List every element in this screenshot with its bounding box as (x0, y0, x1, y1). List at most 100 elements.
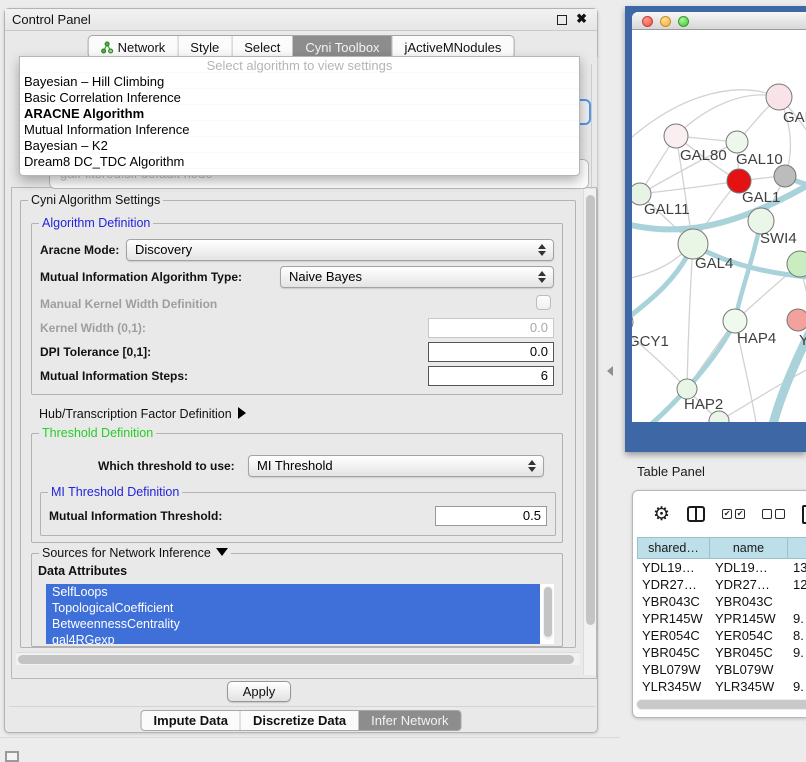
table-cell (788, 661, 806, 678)
node-hap2-label: HAP2 (684, 396, 723, 413)
table-cell: YLR345W (637, 678, 710, 695)
network-window-titlebar (632, 12, 806, 30)
horizontal-scrollbar-thumb[interactable] (18, 655, 574, 664)
algorithm-option[interactable]: Mutual Information Inference (20, 122, 579, 138)
expander-expanded-icon (216, 548, 228, 556)
attribute-list-item[interactable]: gal4RGexp (46, 632, 540, 644)
minimized-panel-icon[interactable] (5, 751, 19, 762)
table-row[interactable]: YBL079WYBL079W (637, 661, 806, 678)
network-edge[interactable] (676, 95, 779, 136)
splitpane-collapse-arrow[interactable] (607, 366, 613, 376)
node-gray[interactable] (774, 165, 796, 187)
mi-steps-field[interactable]: 6 (428, 366, 554, 386)
algorithm-option[interactable]: Bayesian – K2 (20, 138, 579, 154)
window-zoom-button[interactable] (678, 16, 689, 27)
aracne-mode-combobox[interactable]: Discovery (126, 239, 554, 261)
node-gal2[interactable] (766, 84, 792, 110)
tab-discretize-data[interactable]: Discretize Data (240, 711, 358, 730)
table-cell: YBL079W (637, 661, 710, 678)
cyni-algorithm-settings-title: Cyni Algorithm Settings (28, 193, 163, 207)
table-cell: YPR145W (637, 610, 710, 627)
attribute-list-item[interactable]: SelfLoops (46, 584, 540, 600)
table-row[interactable]: YER054CYER054C8. (637, 627, 806, 644)
network-canvas[interactable]: GALGAL80GAL10GAL1GAL11SWI4GAL4GCY1HAP4YH… (632, 30, 806, 422)
expander-collapsed-icon (238, 407, 246, 419)
tab-impute-data[interactable]: Impute Data (142, 711, 240, 730)
attribute-list-item[interactable]: BetweennessCentrality (46, 616, 540, 632)
network-edge[interactable] (687, 244, 693, 389)
table-row[interactable]: YLR345WYLR345W9. (637, 678, 806, 695)
kernel-width-field[interactable]: 0.0 (428, 318, 554, 338)
horizontal-scrollbar[interactable] (16, 652, 580, 665)
manual-kernel-checkbox[interactable] (536, 295, 551, 310)
gear-icon[interactable]: ⚙ (653, 505, 670, 524)
bottom-tabstrip: Impute Data Discretize Data Infer Networ… (141, 710, 462, 731)
sources-expander[interactable]: Sources for Network Inference (39, 546, 231, 560)
column-header-shared[interactable]: shared… (637, 537, 710, 559)
list-scrollbar-thumb[interactable] (544, 587, 552, 637)
dpi-tolerance-field[interactable]: 0.0 (428, 342, 554, 362)
cyni-algorithm-settings-group: Cyni Algorithm Settings Algorithm Defini… (20, 200, 576, 648)
table-panel-card: ⚙ ✔✔ shared… name A YDL19…YDL19…13YDR27…… (632, 490, 806, 718)
table-cell: 8. (788, 627, 806, 644)
node-gal80[interactable] (664, 124, 688, 148)
vertical-scrollbar-thumb[interactable] (586, 195, 595, 625)
tab-cyni-toolbox[interactable]: Cyni Toolbox (292, 36, 391, 58)
spinner-arrows-icon (538, 244, 546, 256)
table-row[interactable]: YDR27…YDR27…12 (637, 576, 806, 593)
algorithm-dropdown-prompt: Select algorithm to view settings (20, 57, 579, 74)
window-close-button[interactable] (642, 16, 653, 27)
tab-network[interactable]: Network (89, 36, 178, 58)
apply-button[interactable]: Apply (227, 681, 291, 702)
algorithm-option[interactable]: ARACNE Algorithm (20, 106, 579, 122)
float-window-icon[interactable] (557, 15, 567, 25)
tab-select[interactable]: Select (231, 36, 292, 58)
table-cell: YDR27… (637, 576, 710, 593)
table-row[interactable]: YBR043CYBR043C (637, 593, 806, 610)
node-gal10[interactable] (726, 131, 748, 153)
table-cell: YPR145W (710, 610, 788, 627)
window-minimize-button[interactable] (660, 16, 671, 27)
table-row[interactable]: YIL052CYIL052C9 (637, 695, 806, 697)
table-row[interactable]: YDL19…YDL19…13 (637, 559, 806, 576)
table-row[interactable]: YBR045CYBR045C9. (637, 644, 806, 661)
network-icon (101, 41, 114, 54)
column-header-name[interactable]: name (710, 537, 788, 559)
tab-infer-network[interactable]: Infer Network (358, 711, 460, 730)
network-window[interactable]: GALGAL80GAL10GAL1GAL11SWI4GAL4GCY1HAP4YH… (632, 12, 806, 422)
which-threshold-combobox[interactable]: MI Threshold (248, 455, 544, 477)
algorithm-option[interactable]: Bayesian – Hill Climbing (20, 74, 579, 90)
mi-type-label: Mutual Information Algorithm Type: (40, 270, 242, 284)
table-cell (788, 593, 806, 610)
mi-type-combobox[interactable]: Naive Bayes (280, 266, 554, 288)
group-border-line (591, 64, 592, 189)
threshold-definition-title: Threshold Definition (39, 426, 156, 440)
tab-jactivemnodules[interactable]: jActiveMNodules (392, 36, 514, 58)
node-gal11-label: GAL11 (644, 201, 690, 218)
columns-icon[interactable] (687, 506, 705, 522)
tab-style[interactable]: Style (177, 36, 231, 58)
column-header-partial[interactable]: A (788, 537, 806, 559)
new-table-icon[interactable] (802, 505, 806, 524)
vertical-scrollbar[interactable] (583, 189, 596, 675)
attribute-list-item[interactable]: TopologicalCoefficient (46, 600, 540, 616)
table-horizontal-scrollbar[interactable] (636, 699, 806, 710)
algorithm-option[interactable]: Basic Correlation Inference (20, 90, 579, 106)
table-cell: YBR045C (710, 644, 788, 661)
table-horizontal-scrollbar-thumb[interactable] (637, 700, 806, 709)
table-header-row: shared… name A (637, 537, 806, 559)
table-panel-title: Table Panel (637, 464, 705, 479)
table-row[interactable]: YPR145WYPR145W9. (637, 610, 806, 627)
close-icon[interactable]: ✖ (576, 11, 587, 27)
deselect-all-checkboxes-icon[interactable] (762, 509, 785, 519)
mi-threshold-field[interactable]: 0.5 (435, 506, 547, 526)
algorithm-option[interactable]: Dream8 DC_TDC Algorithm (20, 154, 579, 170)
node-gal80-label: GAL80 (680, 147, 727, 164)
table-cell: 12 (788, 576, 806, 593)
divider (0, 737, 620, 738)
list-scrollbar[interactable] (543, 586, 553, 640)
select-all-checkboxes-icon[interactable]: ✔✔ (722, 509, 745, 519)
network-edge[interactable] (640, 181, 739, 194)
hub-definition-expander[interactable]: Hub/Transcription Factor Definition (39, 407, 246, 421)
node-salmon[interactable] (787, 309, 806, 331)
